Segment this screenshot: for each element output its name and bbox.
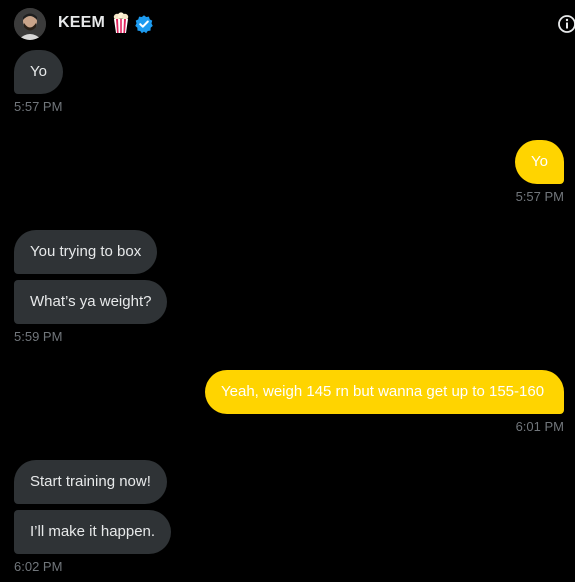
message-bubble-outgoing[interactable]: Yo: [515, 140, 564, 184]
message-bubble-outgoing[interactable]: Yeah, weigh 145 rn but wanna get up to 1…: [205, 370, 564, 414]
message-timestamp: 5:57 PM: [515, 189, 564, 204]
message-bubble-incoming[interactable]: You trying to box: [14, 230, 158, 274]
message-timestamp: 6:02 PM: [14, 559, 63, 574]
contact-name[interactable]: KEEM: [58, 14, 105, 32]
info-icon[interactable]: [557, 14, 575, 34]
avatar[interactable]: [14, 8, 46, 40]
message-bubble-incoming[interactable]: Yo: [14, 50, 63, 94]
message-bubble-incoming[interactable]: What’s ya weight?: [14, 280, 168, 324]
message-timestamp: 5:57 PM: [14, 99, 63, 114]
verified-badge-icon: [134, 14, 154, 34]
message-bubble-incoming[interactable]: Start training now!: [14, 460, 167, 504]
message-timestamp: 6:01 PM: [515, 419, 564, 434]
message-bubble-incoming[interactable]: I’ll make it happen.: [14, 510, 172, 554]
conversation-header: KEEM: [0, 0, 575, 48]
message-timestamp: 5:59 PM: [14, 329, 63, 344]
popcorn-icon: [112, 12, 130, 34]
